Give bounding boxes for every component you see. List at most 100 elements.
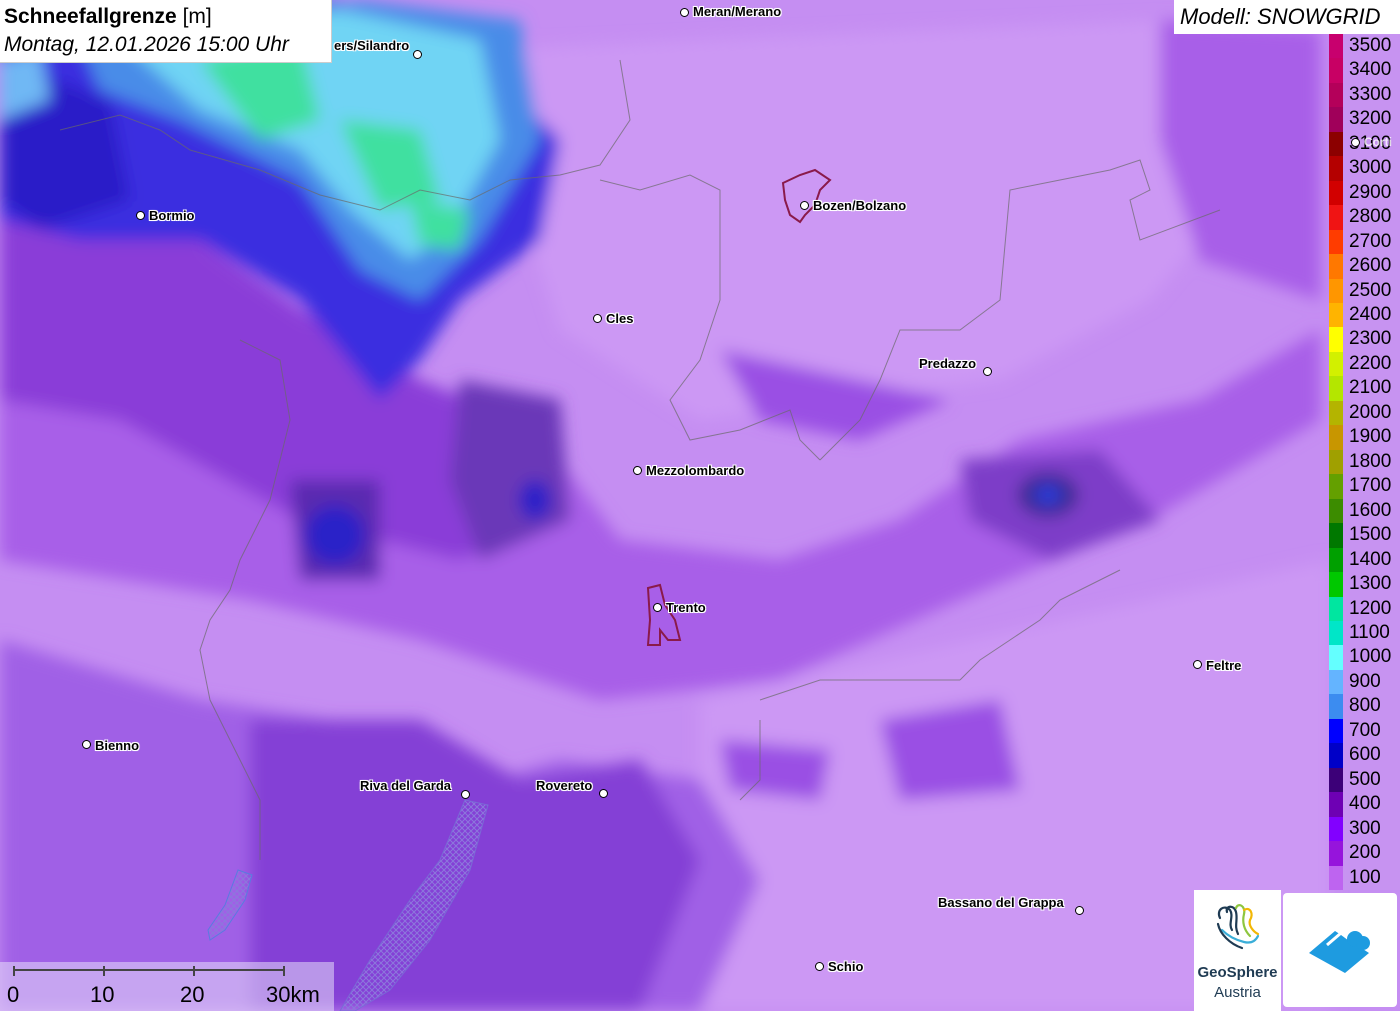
legend-swatch	[1329, 376, 1343, 401]
city-label-predazzo[interactable]: Predazzo	[919, 356, 976, 371]
legend-item: 1400	[1329, 547, 1400, 573]
city-label-cortina[interactable]: Corti	[1364, 135, 1392, 149]
legend-swatch	[1329, 547, 1343, 573]
city-marker[interactable]	[633, 466, 642, 475]
city-marker[interactable]	[1075, 906, 1084, 915]
legend-swatch	[1329, 327, 1343, 352]
legend-item: 100	[1329, 865, 1400, 890]
legend-swatch	[1329, 131, 1343, 157]
legend-swatch	[1329, 743, 1343, 768]
legend-swatch	[1329, 792, 1343, 817]
legend-label: 1000	[1343, 645, 1400, 670]
legend-swatch	[1329, 107, 1343, 132]
city-label-feltre[interactable]: Feltre	[1206, 658, 1241, 673]
legend-label: 1100	[1343, 620, 1400, 646]
legend-label: 600	[1343, 743, 1400, 768]
legend-item: 600	[1329, 743, 1400, 768]
city-marker[interactable]	[136, 211, 145, 220]
legend-label: 1300	[1343, 572, 1400, 597]
city-marker[interactable]	[983, 367, 992, 376]
legend-item: 1700	[1329, 474, 1400, 499]
legend-label: 700	[1343, 718, 1400, 744]
city-marker[interactable]	[413, 50, 422, 59]
legend-item: 1300	[1329, 572, 1400, 597]
model-label: Modell: SNOWGRID	[1174, 0, 1400, 34]
legend-swatch	[1329, 205, 1343, 230]
legend-label: 2900	[1343, 180, 1400, 206]
city-label-bolzano[interactable]: Bozen/Bolzano	[813, 198, 906, 213]
legend-swatch	[1329, 82, 1343, 108]
city-marker[interactable]	[1193, 660, 1202, 669]
legend-swatch	[1329, 669, 1343, 695]
city-marker[interactable]	[815, 962, 824, 971]
title-unit: [m]	[182, 5, 212, 28]
city-marker[interactable]	[653, 603, 662, 612]
legend-swatch	[1329, 303, 1343, 328]
legend-swatch	[1329, 694, 1343, 719]
legend-label: 3200	[1343, 107, 1400, 132]
city-label-merano[interactable]: Meran/Merano	[693, 4, 781, 19]
city-marker[interactable]	[1351, 138, 1360, 147]
legend-swatch	[1329, 498, 1343, 524]
geosphere-logo[interactable]: GeoSphere Austria	[1194, 890, 1281, 1011]
city-label-riva[interactable]: Riva del Garda	[360, 778, 451, 793]
city-label-silandro[interactable]: ers/Silandro	[334, 38, 409, 53]
legend-item: 1800	[1329, 449, 1400, 475]
legend-label: 1600	[1343, 498, 1400, 524]
legend-item: 1500	[1329, 523, 1400, 548]
map-title: Schneefallgrenze [m]	[4, 2, 327, 31]
legend-swatch	[1329, 449, 1343, 475]
logo-line1: GeoSphere	[1197, 964, 1278, 981]
city-marker[interactable]	[82, 740, 91, 749]
legend-item: 2100	[1329, 376, 1400, 401]
legend-item: 3500	[1329, 34, 1400, 59]
legend-item: 3200	[1329, 107, 1400, 132]
city-label-schio[interactable]: Schio	[828, 959, 863, 974]
legend-item: 3300	[1329, 82, 1400, 108]
legend-item: 300	[1329, 816, 1400, 842]
legend-swatch	[1329, 865, 1343, 890]
legend-label: 300	[1343, 816, 1400, 842]
city-label-mezzolombardo[interactable]: Mezzolombardo	[646, 463, 744, 478]
legend-label: 2300	[1343, 327, 1400, 352]
legend-swatch	[1329, 620, 1343, 646]
legend-item: 2300	[1329, 327, 1400, 352]
city-marker[interactable]	[800, 201, 809, 210]
legend-label: 2500	[1343, 278, 1400, 304]
city-label-bormio[interactable]: Bormio	[149, 208, 195, 223]
mountain-cloud-icon	[1309, 931, 1370, 973]
legend-swatch	[1329, 841, 1343, 866]
city-marker[interactable]	[461, 790, 470, 799]
legend-item: 2000	[1329, 400, 1400, 426]
legend-swatch	[1329, 572, 1343, 597]
legend-label: 1200	[1343, 596, 1400, 621]
city-label-bassano[interactable]: Bassano del Grappa	[938, 895, 1064, 910]
city-marker[interactable]	[593, 314, 602, 323]
legend-label: 3300	[1343, 82, 1400, 108]
city-label-bienno[interactable]: Bienno	[95, 738, 139, 753]
legend-swatch	[1329, 596, 1343, 621]
legend-item: 2500	[1329, 278, 1400, 304]
legend-label: 3000	[1343, 156, 1400, 181]
city-label-cles[interactable]: Cles	[606, 311, 633, 326]
city-label-rovereto[interactable]: Rovereto	[536, 778, 592, 793]
legend-label: 500	[1343, 767, 1400, 793]
legend-label: 3500	[1343, 34, 1400, 59]
legend-item: 800	[1329, 694, 1400, 719]
city-marker[interactable]	[680, 8, 689, 17]
snowfall-line-map[interactable]	[0, 0, 1400, 1011]
legend-item: 200	[1329, 841, 1400, 866]
legend-label: 2000	[1343, 400, 1400, 426]
legend-item: 2900	[1329, 180, 1400, 206]
legend-label: 900	[1343, 669, 1400, 695]
city-label-trento[interactable]: Trento	[666, 600, 706, 615]
legend-item: 2200	[1329, 351, 1400, 377]
legend-label: 1800	[1343, 449, 1400, 475]
logo-line2: Austria	[1214, 984, 1261, 1001]
color-legend: 3500 3400 3300 3200 3100 3000 2900 2800 2700 2600…	[1329, 34, 1400, 890]
legend-swatch	[1329, 254, 1343, 279]
legend-swatch	[1329, 816, 1343, 842]
city-marker[interactable]	[599, 789, 608, 798]
legend-label: 2800	[1343, 205, 1400, 230]
app-logo[interactable]	[1283, 893, 1397, 1007]
